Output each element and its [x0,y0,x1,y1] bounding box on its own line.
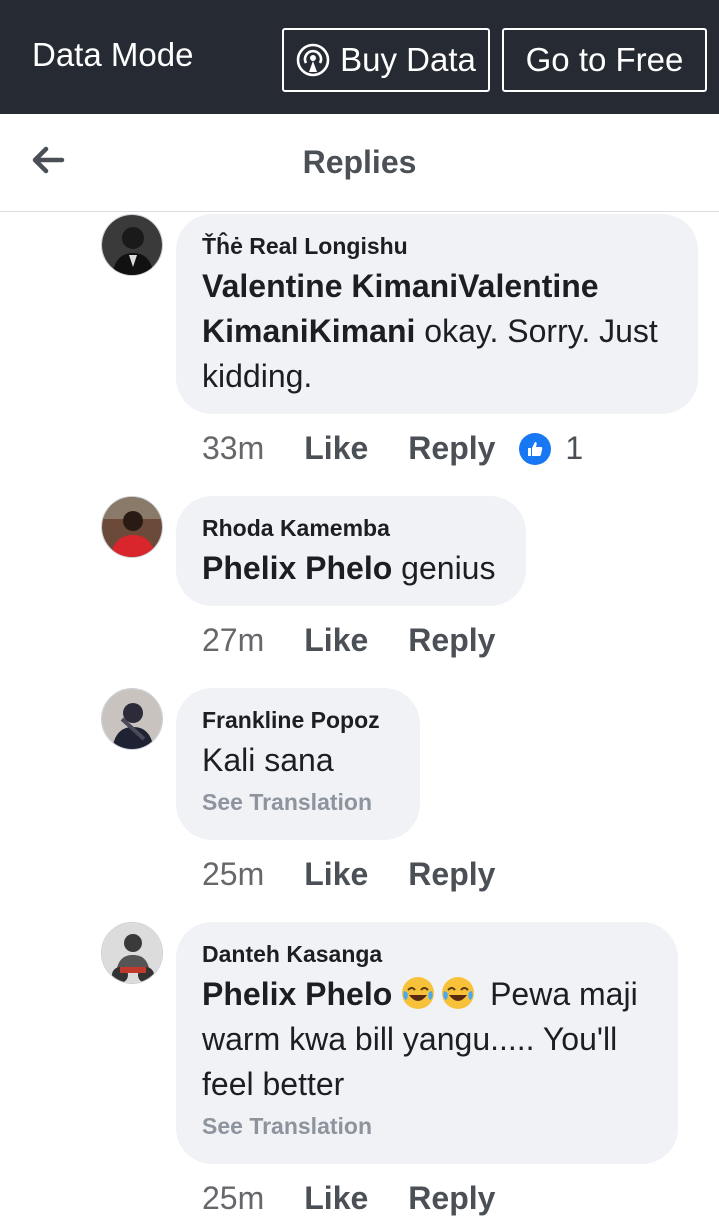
broadcast-icon [296,43,330,77]
comment-message: genius [392,550,496,586]
reply-button[interactable]: Reply [408,1180,495,1217]
comment-author[interactable]: Ťĥė Real Longishu [202,232,672,260]
reply-button[interactable]: Reply [408,622,495,659]
reaction-summary[interactable]: 1 [519,430,583,467]
comment-text: Phelix Phelo Pewa maji warm kwa bill yan… [202,972,652,1107]
comment-time: 25m [202,856,265,892]
like-button[interactable]: Like [304,856,368,893]
comment-actions: 33m Like Reply 1 [202,430,583,467]
comment-bubble[interactable]: Danteh Kasanga Phelix Phelo Pewa maji wa… [176,922,678,1164]
buy-data-label: Buy Data [340,41,476,78]
data-mode-bar: Data Mode Buy Data Go to Free [0,0,719,114]
comment-time: 27m [202,622,265,658]
comment-text: Valentine KimaniValentine KimaniKimani o… [202,264,672,399]
avatar[interactable] [101,922,163,984]
thumbs-up-icon [519,432,552,465]
page-title: Replies [302,144,417,180]
see-translation-link[interactable]: See Translation [202,789,394,816]
comment-time: 33m [202,430,265,466]
avatar[interactable] [101,496,163,558]
like-button[interactable]: Like [304,1180,368,1217]
comment-actions: 25m Like Reply [202,1180,535,1217]
comment-author[interactable]: Frankline Popoz [202,706,394,734]
comment-text: Kali sana [202,742,334,778]
avatar[interactable] [101,214,163,276]
comment-actions: 27m Like Reply [202,622,535,659]
comment-bubble[interactable]: Frankline Popoz Kali sana See Translatio… [176,688,420,840]
comment-author[interactable]: Rhoda Kamemba [202,514,500,542]
data-mode-label: Data Mode [32,36,194,73]
see-translation-link[interactable]: See Translation [202,1113,652,1140]
replies-header: Replies [0,114,719,212]
face-with-tears-of-joy-icon [402,977,435,1009]
comment-text: Phelix Phelo genius [202,546,500,591]
go-to-free-button[interactable]: Go to Free [502,28,707,92]
face-with-tears-of-joy-icon [442,977,475,1009]
mention-link[interactable]: Phelix Phelo [202,550,392,586]
like-button[interactable]: Like [304,622,368,659]
like-button[interactable]: Like [304,430,368,467]
comment-actions: 25m Like Reply [202,856,535,893]
comment-bubble[interactable]: Rhoda Kamemba Phelix Phelo genius [176,496,526,606]
buy-data-button[interactable]: Buy Data [282,28,490,92]
comment-time: 25m [202,1180,265,1216]
avatar[interactable] [101,688,163,750]
go-to-free-label: Go to Free [525,41,684,78]
reply-button[interactable]: Reply [408,856,495,893]
comment-bubble[interactable]: Ťĥė Real Longishu Valentine KimaniValent… [176,214,698,414]
comment-author[interactable]: Danteh Kasanga [202,940,652,968]
reply-button[interactable]: Reply [408,430,495,467]
reaction-count: 1 [565,430,584,466]
mention-link[interactable]: Phelix Phelo [202,976,392,1012]
